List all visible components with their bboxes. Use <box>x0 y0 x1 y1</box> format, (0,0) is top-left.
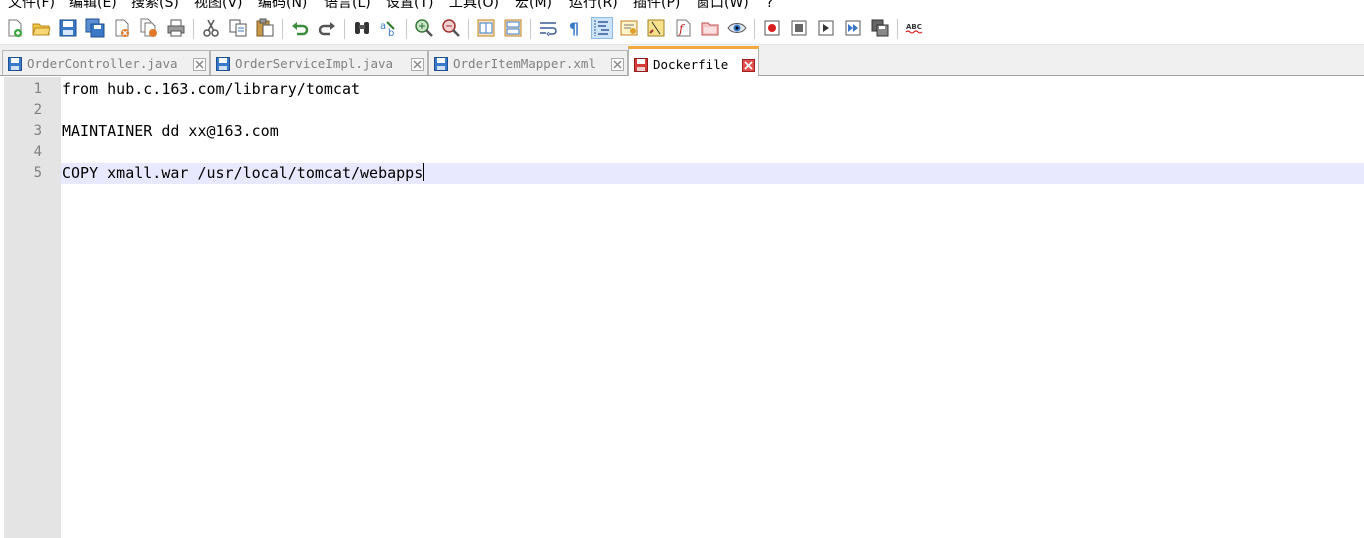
tab-dockerfile[interactable]: Dockerfile <box>628 46 759 76</box>
new-file-icon[interactable] <box>5 18 25 38</box>
tab-bar: OrderController.java OrderServiceImpl.ja… <box>0 45 1364 76</box>
menu-view[interactable]: 视图(V) <box>194 0 243 13</box>
open-folder-icon[interactable] <box>31 18 51 38</box>
find-binoculars-icon[interactable] <box>352 18 372 38</box>
unsaved-file-icon <box>634 57 648 72</box>
close-tab-icon[interactable] <box>742 57 755 72</box>
toolbar: ab ¶ f ABC <box>0 14 1364 45</box>
close-tab-icon[interactable] <box>193 56 206 71</box>
tab-ordercontroller-java[interactable]: OrderController.java <box>2 50 210 75</box>
menu-help[interactable]: ? <box>766 0 773 13</box>
indent-guide-icon[interactable] <box>591 17 613 39</box>
menu-search[interactable]: 搜索(S) <box>131 0 179 13</box>
sync-horizontal-scroll-icon[interactable] <box>503 18 523 38</box>
word-wrap-icon[interactable] <box>538 18 558 38</box>
monitoring-eye-icon[interactable] <box>727 18 747 38</box>
copy-icon[interactable] <box>228 18 248 38</box>
tab-label: OrderServiceImpl.java <box>235 56 394 71</box>
code-line-text: COPY xmall.war /usr/local/tomcat/webapps <box>62 164 424 182</box>
print-icon[interactable] <box>166 18 186 38</box>
saved-file-icon <box>8 56 22 71</box>
redo-icon[interactable] <box>317 18 337 38</box>
run-macro-multiple-icon[interactable] <box>843 18 863 38</box>
menu-file[interactable]: 文件(F) <box>8 0 55 13</box>
menu-plugins[interactable]: 插件(P) <box>633 0 680 13</box>
close-tab-icon[interactable] <box>611 56 624 71</box>
menu-edit[interactable]: 编辑(E) <box>69 0 117 13</box>
code-line[interactable] <box>61 100 1364 121</box>
line-number: 3 <box>33 123 42 139</box>
tab-label: Dockerfile <box>653 57 729 72</box>
toolbar-separator <box>406 19 407 39</box>
saved-file-icon <box>216 56 230 71</box>
save-icon[interactable] <box>58 18 78 38</box>
close-tab-icon[interactable] <box>411 56 424 71</box>
svg-text:¶: ¶ <box>569 19 579 38</box>
code-line[interactable]: from hub.c.163.com/library/tomcat <box>61 79 1364 100</box>
sync-vertical-scroll-icon[interactable] <box>476 18 496 38</box>
toolbar-separator <box>193 19 194 39</box>
toolbar-separator <box>282 19 283 39</box>
menu-bar: 文件(F) 编辑(E) 搜索(S) 视图(V) 编码(N) 语言(L) 设置(T… <box>0 0 1364 13</box>
cut-icon[interactable] <box>201 18 221 38</box>
toolbar-separator <box>530 19 531 39</box>
line-number: 5 <box>33 165 42 181</box>
toolbar-separator <box>754 19 755 39</box>
menu-macro[interactable]: 宏(M) <box>515 0 552 13</box>
svg-text:ABC: ABC <box>906 23 922 31</box>
function-list-icon[interactable]: f <box>673 18 693 38</box>
editor-area[interactable]: 1 2 3 4 5 from hub.c.163.com/library/tom… <box>4 77 1364 538</box>
line-number: 1 <box>33 81 42 97</box>
undo-icon[interactable] <box>290 18 310 38</box>
stop-recording-icon[interactable] <box>789 18 809 38</box>
tab-orderitemmapper-xml[interactable]: OrderItemMapper.xml <box>428 50 628 75</box>
code-line[interactable] <box>61 142 1364 163</box>
document-map-icon[interactable] <box>646 18 666 38</box>
save-macro-icon[interactable] <box>870 18 890 38</box>
zoom-out-icon[interactable] <box>441 18 461 38</box>
menu-encoding[interactable]: 编码(N) <box>258 0 307 13</box>
menu-run[interactable]: 运行(R) <box>569 0 618 13</box>
toolbar-separator <box>897 19 898 39</box>
tab-label: OrderController.java <box>27 56 178 71</box>
close-all-icon[interactable] <box>139 18 159 38</box>
menu-settings[interactable]: 设置(T) <box>386 0 433 13</box>
text-caret <box>423 163 425 181</box>
line-number: 2 <box>33 102 42 118</box>
replace-icon[interactable]: ab <box>379 18 399 39</box>
menu-language[interactable]: 语言(L) <box>324 0 371 13</box>
paste-icon[interactable] <box>255 18 275 38</box>
toolbar-separator <box>468 19 469 39</box>
zoom-in-icon[interactable] <box>414 18 434 38</box>
toolbar-separator <box>344 19 345 39</box>
line-number: 4 <box>33 144 42 160</box>
code-line-text: MAINTAINER dd xx@163.com <box>62 122 279 140</box>
code-line[interactable]: MAINTAINER dd xx@163.com <box>61 121 1364 142</box>
tab-label: OrderItemMapper.xml <box>453 56 596 71</box>
line-number-gutter: 1 2 3 4 5 <box>4 77 61 538</box>
save-all-icon[interactable] <box>85 18 105 38</box>
saved-file-icon <box>434 56 448 71</box>
user-defined-language-icon[interactable] <box>619 18 639 38</box>
tab-orderserviceimpl-java[interactable]: OrderServiceImpl.java <box>210 50 428 75</box>
spell-check-icon[interactable]: ABC <box>905 18 925 38</box>
folder-as-workspace-icon[interactable] <box>700 18 720 38</box>
close-file-icon[interactable] <box>112 18 132 38</box>
menu-tools[interactable]: 工具(O) <box>449 0 499 13</box>
code-line-text: from hub.c.163.com/library/tomcat <box>62 80 361 98</box>
record-macro-icon[interactable] <box>762 18 782 38</box>
menu-window[interactable]: 窗口(W) <box>696 0 749 13</box>
play-macro-icon[interactable] <box>816 18 836 38</box>
current-code-line[interactable]: COPY xmall.war /usr/local/tomcat/webapps <box>61 163 1364 184</box>
svg-text:a: a <box>380 21 386 32</box>
show-all-characters-icon[interactable]: ¶ <box>565 18 585 38</box>
